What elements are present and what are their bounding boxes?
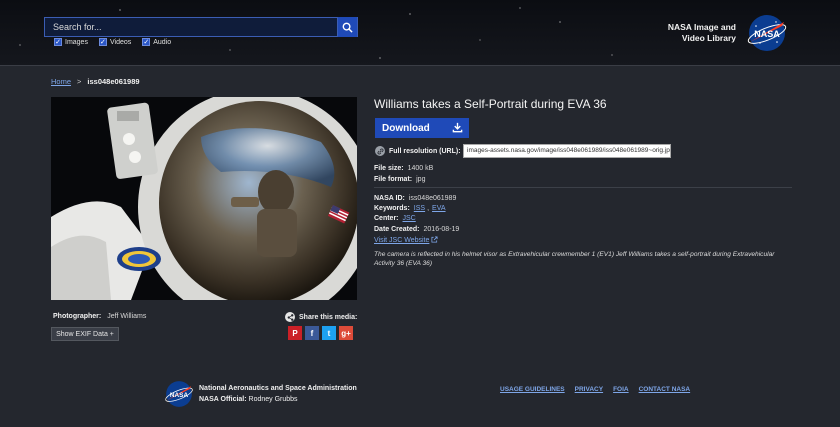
footer-official-name: Rodney Grubbs bbox=[248, 396, 298, 403]
file-size-label: File size: bbox=[374, 165, 404, 172]
checkbox-images[interactable]: ✓ bbox=[54, 38, 62, 46]
date-created-label: Date Created: bbox=[374, 226, 420, 233]
breadcrumb-current: iss048e061989 bbox=[87, 77, 140, 86]
details-divider bbox=[374, 187, 792, 188]
page-title: Williams takes a Self-Portrait during EV… bbox=[374, 97, 607, 111]
footer-link-usage-guidelines[interactable]: USAGE GUIDELINES bbox=[500, 386, 565, 393]
filter-videos[interactable]: ✓ Videos bbox=[98, 38, 132, 46]
center-label: Center: bbox=[374, 215, 399, 222]
facebook-icon[interactable]: f bbox=[305, 326, 319, 340]
astronaut-selfie-image bbox=[51, 97, 357, 300]
plus-icon: + bbox=[109, 330, 114, 338]
file-format-value: jpg bbox=[416, 176, 426, 183]
keywords-label: Keywords: bbox=[374, 205, 410, 212]
download-icon bbox=[452, 122, 463, 133]
full-resolution-label: Full resolution (URL): bbox=[389, 147, 461, 155]
nasa-id-row: NASA ID: iss048e061989 bbox=[374, 195, 456, 202]
filter-images[interactable]: ✓ Images bbox=[54, 38, 88, 46]
photographer-name: Jeff Williams bbox=[107, 313, 147, 320]
footer-org-name: National Aeronautics and Space Administr… bbox=[199, 385, 357, 392]
media-type-filters: ✓ Images ✓ Videos ✓ Audio bbox=[54, 38, 171, 46]
svg-text:NASA: NASA bbox=[754, 29, 780, 39]
full-resolution-row: Full resolution (URL): bbox=[375, 146, 461, 156]
show-exif-button[interactable]: Show EXIF Data + bbox=[51, 327, 119, 341]
keywords-row: Keywords: ISS, EVA bbox=[374, 205, 446, 212]
filter-audio[interactable]: ✓ Audio bbox=[142, 38, 171, 46]
date-created-value: 2016-08-19 bbox=[423, 226, 460, 233]
media-image[interactable] bbox=[51, 97, 357, 300]
search-input[interactable] bbox=[45, 18, 337, 36]
photographer-label: Photographer: bbox=[53, 313, 102, 320]
date-created-row: Date Created: 2016-08-19 bbox=[374, 226, 459, 233]
footer-official-label: NASA Official: bbox=[199, 396, 247, 403]
checkbox-audio[interactable]: ✓ bbox=[142, 38, 151, 46]
filter-videos-label: Videos bbox=[109, 38, 132, 46]
pinterest-icon[interactable]: P bbox=[288, 326, 302, 340]
center-row: Center: JSC bbox=[374, 215, 416, 222]
share-label: Share this media: bbox=[299, 313, 358, 321]
file-size-value: 1400 kB bbox=[407, 165, 434, 172]
brand-line-2: Video Library bbox=[681, 33, 736, 43]
filter-images-label: Images bbox=[65, 38, 88, 46]
footer-link-foia[interactable]: FOIA bbox=[613, 386, 629, 393]
media-description: The camera is reflected in his helmet vi… bbox=[374, 251, 775, 267]
share-section: Share this media: bbox=[285, 312, 357, 322]
search-icon bbox=[342, 22, 353, 33]
file-format-row: File format: jpg bbox=[374, 176, 425, 183]
footer-link-contact-nasa[interactable]: CONTACT NASA bbox=[639, 386, 691, 393]
exif-button-label: Show EXIF Data bbox=[56, 330, 108, 338]
googleplus-icon[interactable]: g+ bbox=[339, 326, 353, 340]
keyword-link-iss[interactable]: ISS bbox=[414, 205, 425, 212]
social-share-buttons: P f t g+ bbox=[288, 326, 353, 340]
footer-links: USAGE GUIDELINES PRIVACY FOIA CONTACT NA… bbox=[500, 386, 690, 393]
visit-jsc-website-link[interactable]: Visit JSC Website bbox=[374, 237, 429, 244]
filter-audio-label: Audio bbox=[153, 38, 172, 46]
footer-organization: National Aeronautics and Space Administr… bbox=[199, 383, 357, 405]
checkbox-videos[interactable]: ✓ bbox=[98, 38, 107, 46]
keywords-separator: , bbox=[427, 205, 430, 212]
file-format-label: File format: bbox=[374, 176, 413, 183]
external-link-icon bbox=[431, 236, 438, 243]
link-icon bbox=[375, 146, 385, 156]
download-label: Download bbox=[382, 122, 430, 134]
nasa-logo-icon[interactable]: NASA bbox=[746, 12, 788, 54]
footer-link-privacy[interactable]: PRIVACY bbox=[575, 386, 603, 393]
twitter-icon[interactable]: t bbox=[322, 326, 336, 340]
site-brand[interactable]: NASA Image and Video Library bbox=[656, 22, 736, 44]
photographer-credit: Photographer: Jeff Williams bbox=[53, 313, 146, 320]
visit-website-row: Visit JSC Website bbox=[374, 236, 438, 244]
share-icon bbox=[285, 312, 295, 322]
full-resolution-url-field[interactable]: images-assets.nasa.gov/image/iss048e0619… bbox=[463, 144, 671, 158]
search-button[interactable] bbox=[337, 17, 357, 37]
footer-nasa-logo-icon[interactable]: NASA bbox=[164, 379, 194, 409]
keyword-link-eva[interactable]: EVA bbox=[432, 205, 446, 212]
breadcrumb-separator: > bbox=[77, 77, 82, 86]
site-header: ✓ Images ✓ Videos ✓ Audio NASA Image and… bbox=[0, 0, 840, 66]
center-link-jsc[interactable]: JSC bbox=[403, 215, 416, 222]
nasa-id-label: NASA ID: bbox=[374, 195, 405, 202]
brand-line-1: NASA Image and bbox=[667, 22, 736, 32]
search-bar bbox=[44, 17, 358, 37]
file-size-row: File size: 1400 kB bbox=[374, 165, 433, 172]
svg-text:NASA: NASA bbox=[170, 392, 189, 399]
nasa-id-value: iss048e061989 bbox=[408, 195, 457, 202]
breadcrumb-home-link[interactable]: Home bbox=[51, 77, 71, 86]
download-button[interactable]: Download bbox=[375, 118, 469, 138]
breadcrumb: Home > iss048e061989 bbox=[51, 77, 140, 86]
